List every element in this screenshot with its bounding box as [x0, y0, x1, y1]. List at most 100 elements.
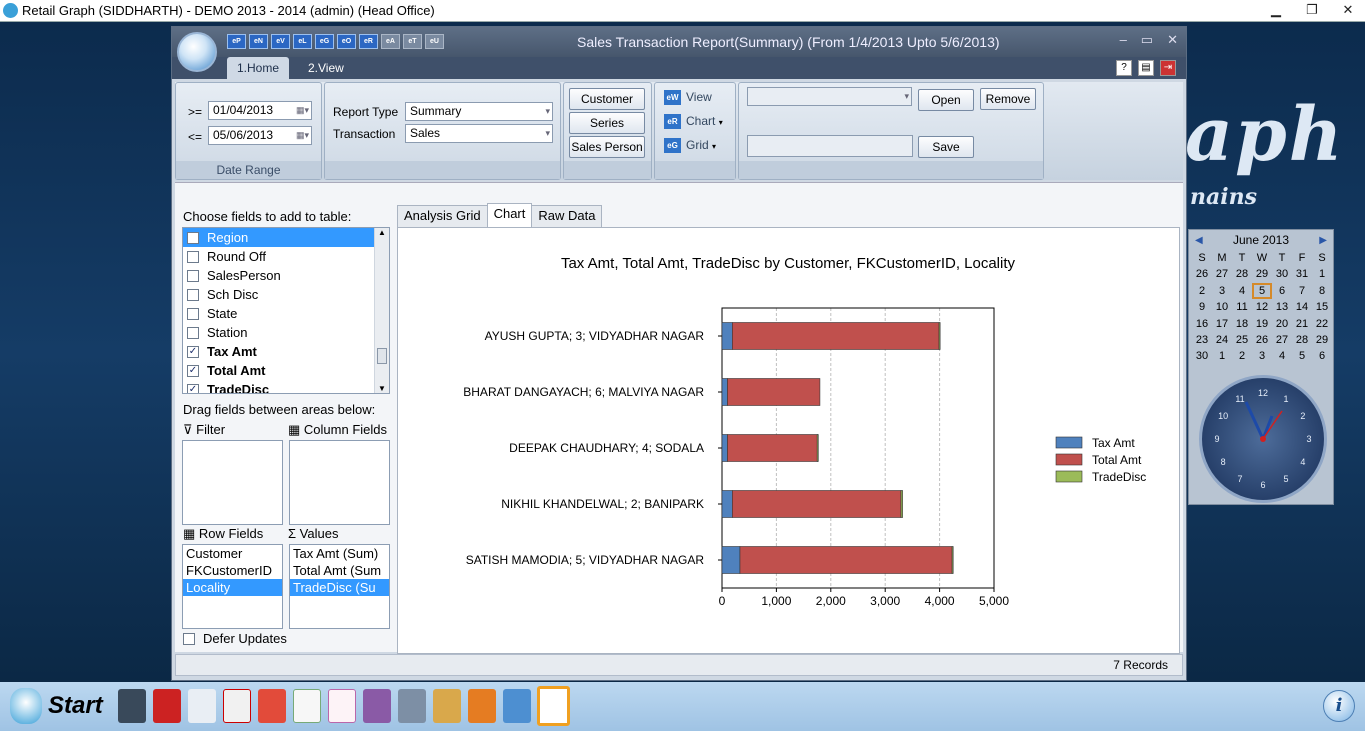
field-list-item[interactable]: SalesPerson: [183, 266, 389, 285]
purchase-icon[interactable]: [258, 689, 286, 723]
filter-area[interactable]: [182, 440, 283, 525]
calendar-day[interactable]: 16: [1192, 316, 1212, 332]
cash-register-icon[interactable]: [223, 689, 251, 723]
tab-chart[interactable]: Chart: [486, 203, 533, 227]
calendar-day[interactable]: 24: [1212, 332, 1232, 348]
field-list-item[interactable]: ✓ TradeDisc: [183, 380, 389, 393]
calendar-day[interactable]: 11: [1232, 299, 1252, 315]
calendar-day[interactable]: 9: [1192, 299, 1212, 315]
qat-icon[interactable]: eU: [425, 34, 444, 49]
grid-menu[interactable]: eG Grid ▾: [664, 138, 716, 154]
calendar-day[interactable]: 22: [1312, 316, 1332, 332]
row-field-item[interactable]: Customer: [183, 545, 282, 562]
refresh-icon[interactable]: [468, 689, 496, 723]
start-button[interactable]: Start: [48, 692, 103, 720]
open-button[interactable]: Open: [918, 89, 974, 111]
field-checkbox[interactable]: [187, 250, 199, 263]
defer-updates-checkbox[interactable]: [183, 632, 195, 645]
calendar-day[interactable]: 26: [1252, 332, 1272, 348]
to-date-field[interactable]: 05/06/2013 ▦▾: [208, 126, 312, 145]
calendar-day[interactable]: 6: [1272, 283, 1292, 299]
qat-icon[interactable]: eG: [315, 34, 334, 49]
value-field-item[interactable]: TradeDisc (Su: [290, 579, 389, 596]
network-icon[interactable]: [398, 689, 426, 723]
field-list-item[interactable]: Station: [183, 323, 389, 342]
bottle-icon[interactable]: [188, 689, 216, 723]
calendar-day[interactable]: 12: [1252, 299, 1272, 315]
calendar-day[interactable]: 15: [1312, 299, 1332, 315]
calendar-day[interactable]: 29: [1312, 332, 1332, 348]
field-list-scrollbar[interactable]: ▲ ▼: [374, 228, 389, 393]
remove-button[interactable]: Remove: [980, 88, 1036, 110]
calendar-day[interactable]: 28: [1292, 332, 1312, 348]
calendar-day[interactable]: 28: [1232, 266, 1252, 282]
field-checkbox[interactable]: ✓: [187, 364, 199, 377]
field-checkbox[interactable]: [187, 326, 199, 339]
calendar-day[interactable]: 2: [1232, 348, 1252, 364]
calendar-dropdown-icon[interactable]: ▦▾: [296, 102, 309, 119]
calendar-day[interactable]: 13: [1272, 299, 1292, 315]
tab-home[interactable]: 1.Home: [227, 57, 289, 80]
calendar-day[interactable]: 30: [1192, 348, 1212, 364]
qat-icon[interactable]: eP: [227, 34, 246, 49]
save-button[interactable]: Save: [918, 136, 974, 158]
calendar-day[interactable]: 1: [1312, 266, 1332, 282]
pen-icon[interactable]: [363, 689, 391, 723]
from-date-field[interactable]: 01/04/2013 ▦▾: [208, 101, 312, 120]
money-bag-icon[interactable]: [433, 689, 461, 723]
calendar-day[interactable]: 27: [1272, 332, 1292, 348]
calendar-day[interactable]: 23: [1192, 332, 1212, 348]
tab-view[interactable]: 2.View: [308, 61, 344, 75]
calendar-day[interactable]: 21: [1292, 316, 1312, 332]
close-button[interactable]: ✕: [1337, 2, 1359, 18]
tab-raw-data[interactable]: Raw Data: [531, 205, 603, 227]
calendar-day[interactable]: 25: [1232, 332, 1252, 348]
qat-icon[interactable]: eR: [359, 34, 378, 49]
sales-person-button[interactable]: Sales Person: [569, 136, 645, 158]
calendar-day[interactable]: 27: [1212, 266, 1232, 282]
exit-icon[interactable]: ⇥: [1160, 60, 1176, 76]
next-month-icon[interactable]: ▶: [1319, 235, 1327, 246]
field-checkbox[interactable]: [187, 307, 199, 320]
receipt-pe-icon[interactable]: [328, 689, 356, 723]
prev-month-icon[interactable]: ◀: [1195, 235, 1203, 246]
chart-menu[interactable]: eR Chart ▾: [664, 114, 723, 130]
calendar-day[interactable]: 2: [1192, 283, 1212, 299]
calendar-day[interactable]: 10: [1212, 299, 1232, 315]
calendar-day[interactable]: 8: [1312, 283, 1332, 299]
calendar-dropdown-icon[interactable]: ▦▾: [296, 127, 309, 144]
calendar-day[interactable]: 19: [1252, 316, 1272, 332]
qat-icon[interactable]: eO: [337, 34, 356, 49]
field-checkbox[interactable]: ✓: [187, 383, 199, 393]
field-list-item[interactable]: Sch Disc: [183, 285, 389, 304]
field-list-item[interactable]: State: [183, 304, 389, 323]
field-list-item[interactable]: ✓ Tax Amt: [183, 342, 389, 361]
series-button[interactable]: Series: [569, 112, 645, 134]
calendar-day[interactable]: 5: [1292, 348, 1312, 364]
report-minimize-button[interactable]: –: [1120, 32, 1127, 48]
documents-icon[interactable]: [537, 686, 570, 726]
customer-button[interactable]: Customer: [569, 88, 645, 110]
scroll-down-icon[interactable]: ▼: [375, 384, 389, 393]
field-checkbox[interactable]: [187, 288, 199, 301]
value-field-item[interactable]: Total Amt (Sum: [290, 562, 389, 579]
scroll-thumb[interactable]: [377, 348, 387, 364]
values-area[interactable]: Tax Amt (Sum) Total Amt (Sum TradeDisc (…: [289, 544, 390, 629]
field-checkbox[interactable]: [187, 231, 199, 244]
info-icon[interactable]: i: [1323, 690, 1355, 722]
layout-select[interactable]: ▾: [747, 87, 912, 106]
receipt-re-icon[interactable]: [293, 689, 321, 723]
qat-icon[interactable]: eN: [249, 34, 268, 49]
qat-icon[interactable]: eL: [293, 34, 312, 49]
field-list-item[interactable]: ✓ Total Amt: [183, 361, 389, 380]
document-icon[interactable]: ▤: [1138, 60, 1154, 76]
qat-icon[interactable]: eT: [403, 34, 422, 49]
row-fields-area[interactable]: Customer FKCustomerID Locality: [182, 544, 283, 629]
calendar-day[interactable]: 4: [1272, 348, 1292, 364]
scroll-up-icon[interactable]: ▲: [375, 228, 389, 237]
row-field-item[interactable]: Locality: [183, 579, 282, 596]
calendar-day[interactable]: 17: [1212, 316, 1232, 332]
calendar-day[interactable]: 6: [1312, 348, 1332, 364]
calendar-day[interactable]: 3: [1252, 348, 1272, 364]
defer-updates[interactable]: Defer Updates: [183, 631, 287, 646]
